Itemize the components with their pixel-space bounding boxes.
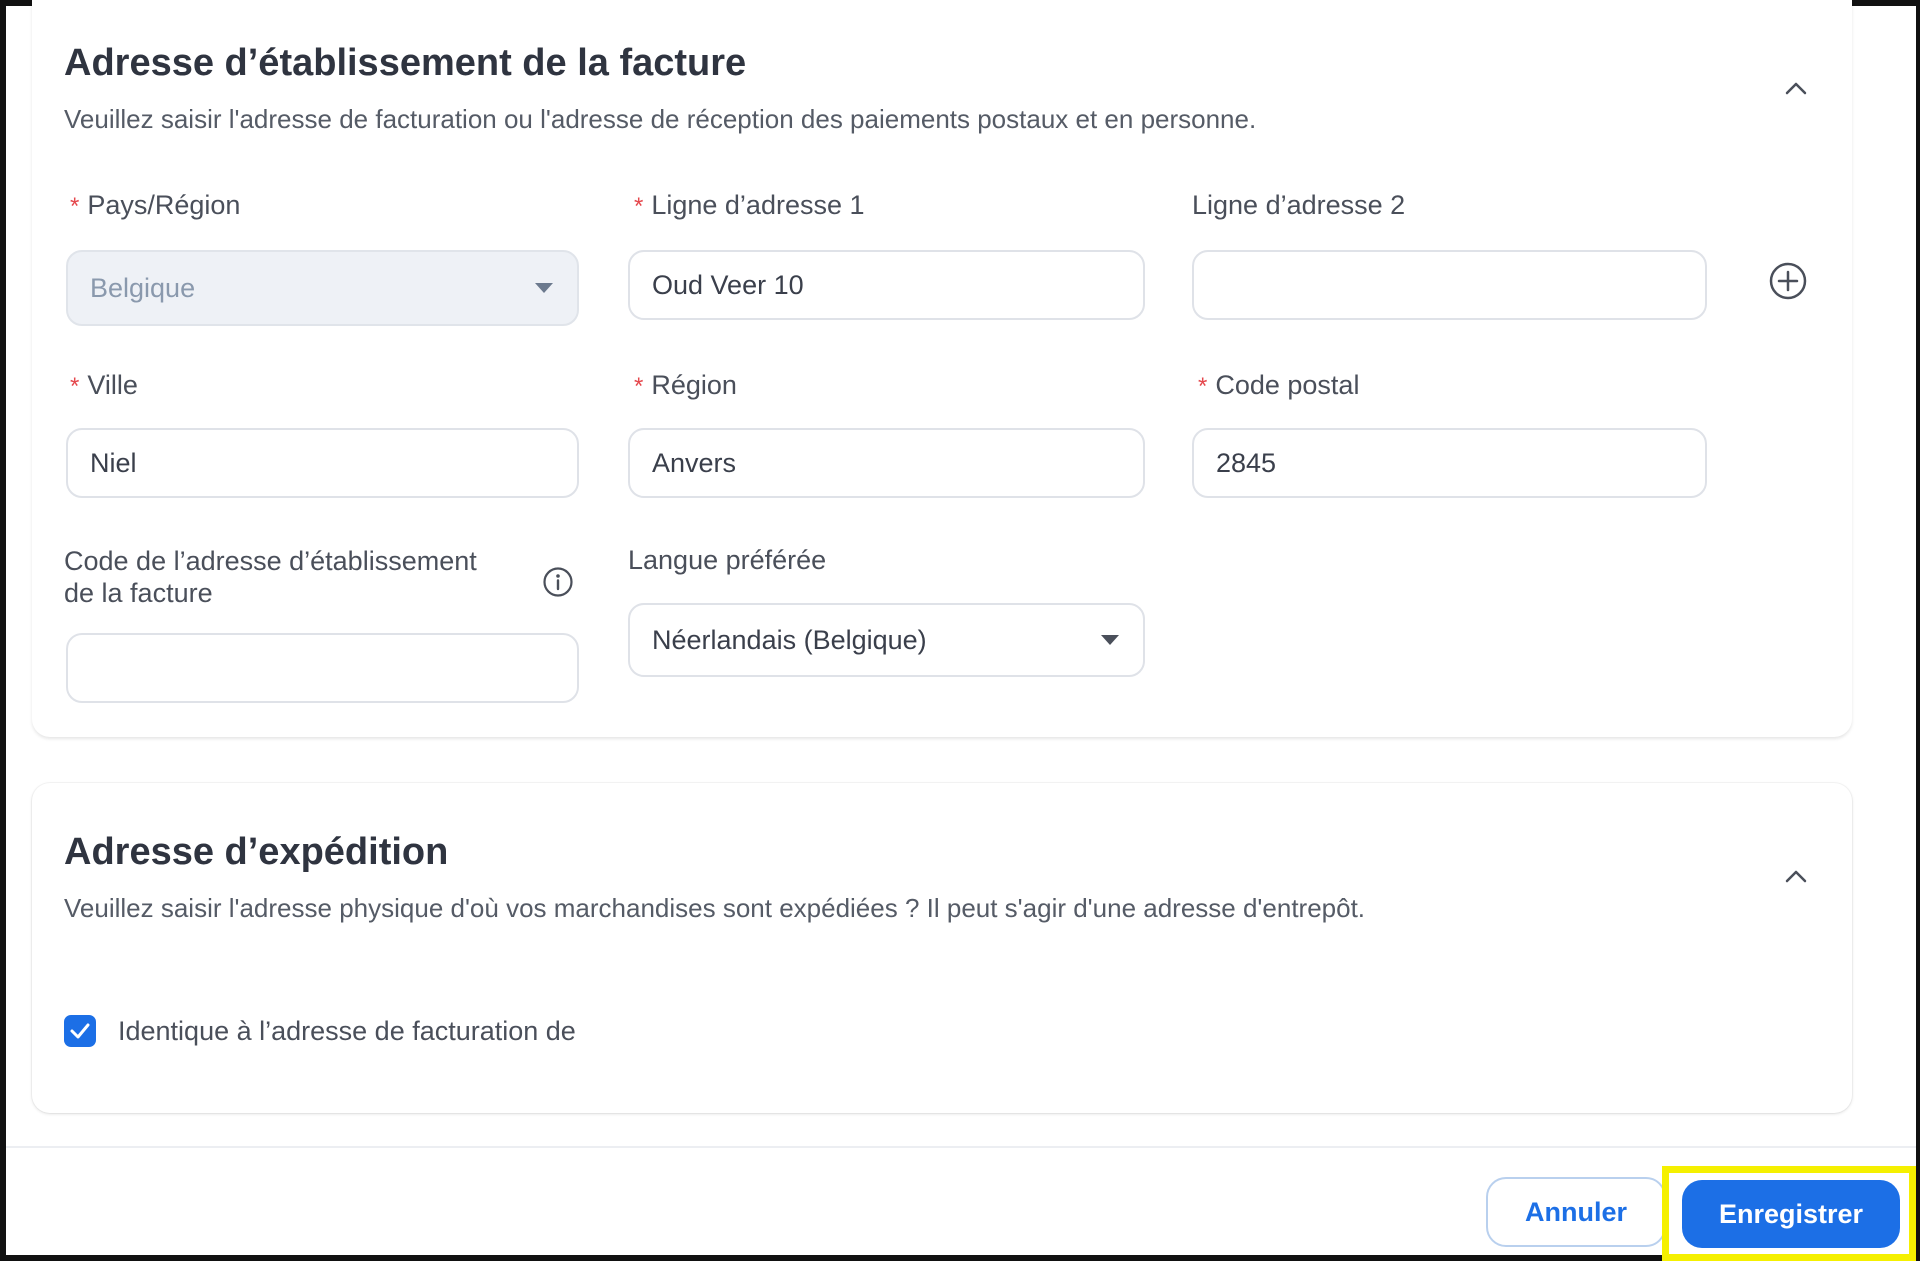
- postal-code-input[interactable]: 2845: [1192, 428, 1707, 498]
- city-input[interactable]: Niel: [66, 428, 579, 498]
- address-line2-label: Ligne d’adresse 2: [1192, 190, 1406, 220]
- shipping-collapse-button[interactable]: [1776, 856, 1816, 896]
- cancel-button[interactable]: Annuler: [1486, 1177, 1666, 1247]
- check-icon: [70, 1023, 90, 1039]
- language-label: Langue préférée: [628, 545, 827, 575]
- chevron-up-icon: [1785, 870, 1807, 883]
- address-line1-value: Oud Veer 10: [652, 269, 804, 300]
- chevron-up-icon: [1785, 82, 1807, 95]
- postal-code-value: 2845: [1216, 447, 1277, 478]
- region-label: * Région: [634, 370, 737, 400]
- same-as-billing-label: Identique à l’adresse de facturation de: [118, 1016, 576, 1046]
- caret-down-icon: [1101, 635, 1119, 645]
- city-label: * Ville: [70, 370, 138, 400]
- address-line1-input[interactable]: Oud Veer 10: [628, 250, 1145, 320]
- language-select[interactable]: Néerlandais (Belgique): [628, 603, 1145, 677]
- address-line2-input[interactable]: [1192, 250, 1707, 320]
- plus-circle-icon: [1769, 262, 1807, 300]
- billing-section-title: Adresse d’établissement de la facture: [64, 42, 747, 84]
- country-value: Belgique: [90, 272, 196, 303]
- required-mark: *: [70, 193, 80, 220]
- country-label: * Pays/Région: [70, 190, 241, 220]
- shipping-address-section: Adresse d’expédition Veuillez saisir l'a…: [32, 783, 1852, 1113]
- postal-code-label: * Code postal: [1198, 370, 1360, 400]
- billing-collapse-button[interactable]: [1776, 68, 1816, 108]
- address-code-label: Code de l’adresse d’établissement de la …: [64, 546, 477, 608]
- add-address-line-button[interactable]: [1768, 261, 1808, 306]
- billing-section-subtitle: Veuillez saisir l'adresse de facturation…: [64, 104, 1257, 134]
- info-icon: [543, 567, 573, 597]
- language-value: Néerlandais (Belgique): [652, 624, 927, 655]
- address-code-info-button[interactable]: [542, 566, 574, 603]
- shipping-section-subtitle: Veuillez saisir l'adresse physique d'où …: [64, 893, 1366, 923]
- required-mark: *: [70, 373, 80, 400]
- region-value: Anvers: [652, 447, 737, 478]
- billing-address-section: Adresse d’établissement de la facture Ve…: [32, 0, 1852, 737]
- shipping-section-title: Adresse d’expédition: [64, 831, 449, 873]
- region-input[interactable]: Anvers: [628, 428, 1145, 498]
- required-mark: *: [1198, 373, 1208, 400]
- address-code-input[interactable]: [66, 633, 579, 703]
- country-select[interactable]: Belgique: [66, 250, 579, 326]
- required-mark: *: [634, 373, 644, 400]
- caret-down-icon: [535, 283, 553, 293]
- city-value: Niel: [90, 447, 137, 478]
- same-as-billing-checkbox[interactable]: [64, 1015, 96, 1047]
- address-line1-label: * Ligne d’adresse 1: [634, 190, 865, 220]
- save-button[interactable]: Enregistrer: [1682, 1180, 1900, 1248]
- required-mark: *: [634, 193, 644, 220]
- footer-divider: [6, 1146, 1916, 1148]
